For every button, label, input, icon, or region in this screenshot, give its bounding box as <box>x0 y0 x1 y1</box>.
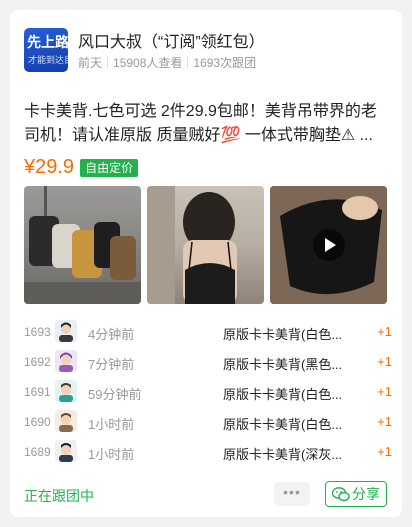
model-back-illustration <box>147 186 237 304</box>
post-meta: 前天 15908人查看 1693次跟团 <box>78 54 256 71</box>
post-time: 前天 <box>78 56 103 70</box>
more-button[interactable]: ••• <box>274 482 310 506</box>
order-quantity: +1 <box>377 414 392 429</box>
card-footer: 正在跟团中 ••• 分享 <box>24 481 388 508</box>
order-number: 1692 <box>24 355 51 369</box>
order-row[interactable]: 1689 1小时前 原版卡卡美背(深灰... +1 <box>24 438 394 468</box>
post-title[interactable]: 卡卡美背.七色可选 2件29.9包邮！美背吊带界的老司机！请认准原版 质量贼好💯… <box>24 100 392 148</box>
author-avatar[interactable]: 先上路 才能到达目的地 <box>24 28 68 72</box>
share-label: 分享 <box>352 486 380 502</box>
image-gallery <box>24 186 388 304</box>
order-quantity: +1 <box>377 354 392 369</box>
user-avatar <box>55 440 77 462</box>
order-product: 原版卡卡美背(深灰... <box>223 447 343 462</box>
group-buy-card[interactable]: 先上路 才能到达目的地 风口大叔（“订阅”领红包） 前天 15908人查看 1693… <box>10 10 402 517</box>
order-row[interactable]: 1692 7分钟前 原版卡卡美背(黑色... +1 <box>24 348 394 378</box>
order-product: 原版卡卡美背(白色... <box>223 327 343 342</box>
wechat-icon <box>332 487 350 502</box>
order-quantity: +1 <box>377 324 392 339</box>
order-product: 原版卡卡美背(黑色... <box>223 357 343 372</box>
order-number: 1691 <box>24 385 51 399</box>
order-row[interactable]: 1691 59分钟前 原版卡卡美背(白色... +1 <box>24 378 394 408</box>
order-time: 1小时前 <box>88 447 135 462</box>
follow-status[interactable]: 正在跟团中 <box>24 486 94 506</box>
order-time: 7分钟前 <box>88 357 135 372</box>
follow-count: 1693次跟团 <box>193 56 257 70</box>
bags-illustration <box>24 186 141 304</box>
order-list: 1693 4分钟前 原版卡卡美背(白色... +1 1692 7分钟前 原版卡卡… <box>24 318 394 468</box>
order-quantity: +1 <box>377 384 392 399</box>
author-name[interactable]: 风口大叔（“订阅”领红包） <box>78 28 265 52</box>
order-time: 1小时前 <box>88 417 135 432</box>
order-row[interactable]: 1693 4分钟前 原版卡卡美背(白色... +1 <box>24 318 394 348</box>
view-count: 15908人查看 <box>113 56 183 70</box>
price-row: ¥29.9 自由定价 <box>24 156 139 184</box>
avatar-subtext: 才能到达目的地 <box>28 55 68 65</box>
order-time: 4分钟前 <box>88 327 135 342</box>
order-quantity: +1 <box>377 444 392 459</box>
user-avatar <box>55 320 77 342</box>
order-number: 1689 <box>24 445 51 459</box>
price: ¥29.9 <box>24 156 75 178</box>
order-number: 1693 <box>24 325 51 339</box>
product-image-2[interactable] <box>147 186 264 304</box>
divider <box>187 57 189 68</box>
product-image-1[interactable] <box>24 186 141 304</box>
user-avatar <box>55 350 77 372</box>
share-button[interactable]: 分享 <box>325 481 387 507</box>
product-video[interactable] <box>270 186 387 304</box>
order-product: 原版卡卡美背(白色... <box>223 387 343 402</box>
order-row[interactable]: 1690 1小时前 原版卡卡美背(白色... +1 <box>24 408 394 438</box>
pricing-tag: 自由定价 <box>80 158 139 177</box>
order-time: 59分钟前 <box>88 387 142 402</box>
user-avatar <box>55 380 77 402</box>
user-avatar <box>55 410 77 432</box>
post-header: 先上路 才能到达目的地 风口大叔（“订阅”领红包） 前天 15908人查看 1693… <box>24 26 390 76</box>
order-number: 1690 <box>24 415 51 429</box>
divider <box>107 57 109 68</box>
play-icon[interactable] <box>313 229 345 261</box>
avatar-text: 先上路 <box>27 34 68 50</box>
order-product: 原版卡卡美背(白色... <box>223 417 343 432</box>
